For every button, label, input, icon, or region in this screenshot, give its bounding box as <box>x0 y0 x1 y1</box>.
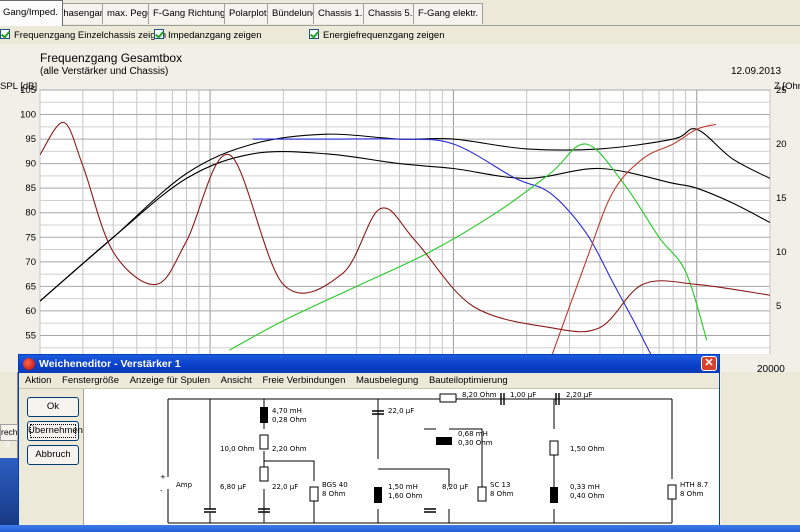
svg-text:8,20 Ohm: 8,20 Ohm <box>462 391 497 399</box>
checkbox-impedanzgang[interactable]: Impedanzgang zeigen <box>154 29 262 41</box>
svg-text:8,20 µF: 8,20 µF <box>442 483 468 491</box>
svg-text:+: + <box>160 473 166 481</box>
checkbox-label: Energiefrequenzgang zeigen <box>323 30 445 41</box>
checkbox-einzelchassis[interactable]: Frequenzgang Einzelchassis zeigen <box>0 29 166 41</box>
y2-tick-label: 15 <box>776 193 787 204</box>
checkbox-label: Impedanzgang zeigen <box>168 30 262 41</box>
svg-text:22,0 µF: 22,0 µF <box>388 407 414 415</box>
app-icon <box>23 358 35 370</box>
menu-freie-verbindungen[interactable]: Freie Verbindungen <box>258 373 349 389</box>
menu-mausbelegung[interactable]: Mausbelegung <box>352 373 422 389</box>
svg-text:0,28 Ohm: 0,28 Ohm <box>272 416 307 424</box>
tab-gang-imped[interactable]: Gang/Imped. <box>0 0 63 26</box>
svg-text:0,33 mH: 0,33 mH <box>570 483 600 491</box>
resistor-r2 <box>259 466 269 482</box>
svg-text:4,70 mH: 4,70 mH <box>272 407 302 415</box>
background-window-right <box>721 372 800 532</box>
plot-area <box>39 89 771 354</box>
checkbox-checked-icon[interactable] <box>309 29 319 39</box>
circuit-diagram: + - Amp 6,80 µF 10,0 Ohm 4,70 mH 0,28 Oh… <box>160 391 708 524</box>
checkbox-energiefrequenzgang[interactable]: Energiefrequenzgang zeigen <box>309 29 444 41</box>
svg-text:Amp: Amp <box>176 481 193 489</box>
cancel-button[interactable]: Abbruch <box>27 445 79 465</box>
apply-button[interactable]: Übernehmen <box>27 421 83 441</box>
tab-fgang-elektr[interactable]: F-Gang elektr. <box>413 3 484 24</box>
y-tick-label: 80 <box>25 208 36 219</box>
y-tick-label: 105 <box>20 85 36 96</box>
inductor-l4 <box>550 487 558 503</box>
inductor-l2 <box>374 487 382 503</box>
tab-bar: Gang/Imped. Phasengang max. Pegel F-Gang… <box>0 0 800 26</box>
svg-text:22,0 µF: 22,0 µF <box>272 483 298 491</box>
y-tick-label: 95 <box>25 134 36 145</box>
svg-text:10,0 Ohm: 10,0 Ohm <box>220 445 255 453</box>
options-row: Frequenzgang Einzelchassis zeigen Impeda… <box>0 26 800 44</box>
taskbar <box>0 525 800 532</box>
background-digit: 9 <box>5 440 10 449</box>
weicheneditor-dialog: Weicheneditor - Verstärker 1 ✕ Aktion Fe… <box>18 354 720 532</box>
y-tick-label: 70 <box>25 257 36 268</box>
y-tick-label: 60 <box>25 306 36 317</box>
inductor-l1 <box>260 407 268 423</box>
dialog-titlebar[interactable]: Weicheneditor - Verstärker 1 ✕ <box>19 355 719 373</box>
resistor-r1 <box>259 434 269 450</box>
capacitor-c1 <box>204 508 216 513</box>
svg-text:1,60 Ohm: 1,60 Ohm <box>388 492 423 500</box>
svg-text:2,20 µF: 2,20 µF <box>566 391 592 399</box>
frequency-response-chart: 55 60 65 70 75 80 85 90 95 100 105 5 10 15 20 25 <box>20 85 787 354</box>
y-tick-label: 100 <box>20 110 36 121</box>
inductor-l3 <box>436 437 452 445</box>
checkbox-checked-icon[interactable] <box>154 29 164 39</box>
y-tick-label: 65 <box>25 281 36 292</box>
y2-tick-label: 5 <box>776 301 781 312</box>
svg-text:8 Ohm: 8 Ohm <box>322 490 346 498</box>
menu-bauteiloptimierung[interactable]: Bauteiloptimierung <box>425 373 512 389</box>
checkbox-checked-icon[interactable] <box>0 29 10 39</box>
svg-text:0,40 Ohm: 0,40 Ohm <box>570 492 605 500</box>
svg-text:6,80 µF: 6,80 µF <box>220 483 246 491</box>
dialog-title: Weicheneditor - Verstärker 1 <box>39 358 181 370</box>
menu-aktion[interactable]: Aktion <box>19 373 55 389</box>
svg-text:2,20 Ohm: 2,20 Ohm <box>272 445 307 453</box>
y2-tick-label: 25 <box>776 85 787 96</box>
dialog-menubar: Aktion Fenstergröße Anzeige für Spulen A… <box>19 373 719 389</box>
dialog-body: Ok Übernehmen Abbruch + - Amp 6,80 µF 10… <box>19 389 719 532</box>
svg-text:1,00 µF: 1,00 µF <box>510 391 536 399</box>
svg-text:0,30 Ohm: 0,30 Ohm <box>458 439 493 447</box>
svg-text:1,50 Ohm: 1,50 Ohm <box>570 445 605 453</box>
background-button-fragment: rechn <box>0 424 18 441</box>
y-tick-label: 55 <box>25 330 36 341</box>
svg-text:0,68 mH: 0,68 mH <box>458 430 488 438</box>
menu-anzeige-spulen[interactable]: Anzeige für Spulen <box>126 373 214 389</box>
driver-hth87 <box>667 484 677 500</box>
y-tick-label: 85 <box>25 183 36 194</box>
svg-text:HTH 8.7: HTH 8.7 <box>680 481 708 489</box>
svg-text:BGS 40: BGS 40 <box>322 481 348 489</box>
svg-text:-: - <box>160 487 163 495</box>
y-tick-label: 90 <box>25 159 36 170</box>
svg-text:SC 13: SC 13 <box>490 481 510 489</box>
svg-text:1,50 mH: 1,50 mH <box>388 483 418 491</box>
driver-bgs40 <box>309 486 319 502</box>
desktop-edge <box>0 458 18 532</box>
svg-text:8 Ohm: 8 Ohm <box>680 490 704 498</box>
resistor-r3 <box>439 393 457 403</box>
close-icon[interactable]: ✕ <box>701 356 717 371</box>
svg-text:8 Ohm: 8 Ohm <box>490 490 514 498</box>
y2-tick-label: 20 <box>776 139 787 150</box>
capacitor-c4 <box>424 508 436 513</box>
y-tick-label: 75 <box>25 232 36 243</box>
menu-fenstergroesse[interactable]: Fenstergröße <box>58 373 123 389</box>
y2-tick-label: 10 <box>776 247 787 258</box>
resistor-r4 <box>549 440 559 456</box>
crossover-schematic[interactable]: + - Amp 6,80 µF 10,0 Ohm 4,70 mH 0,28 Oh… <box>83 389 719 532</box>
driver-sc13 <box>477 486 487 502</box>
ok-button[interactable]: Ok <box>27 397 79 417</box>
menu-ansicht[interactable]: Ansicht <box>217 373 256 389</box>
checkbox-label: Frequenzgang Einzelchassis zeigen <box>14 30 167 41</box>
